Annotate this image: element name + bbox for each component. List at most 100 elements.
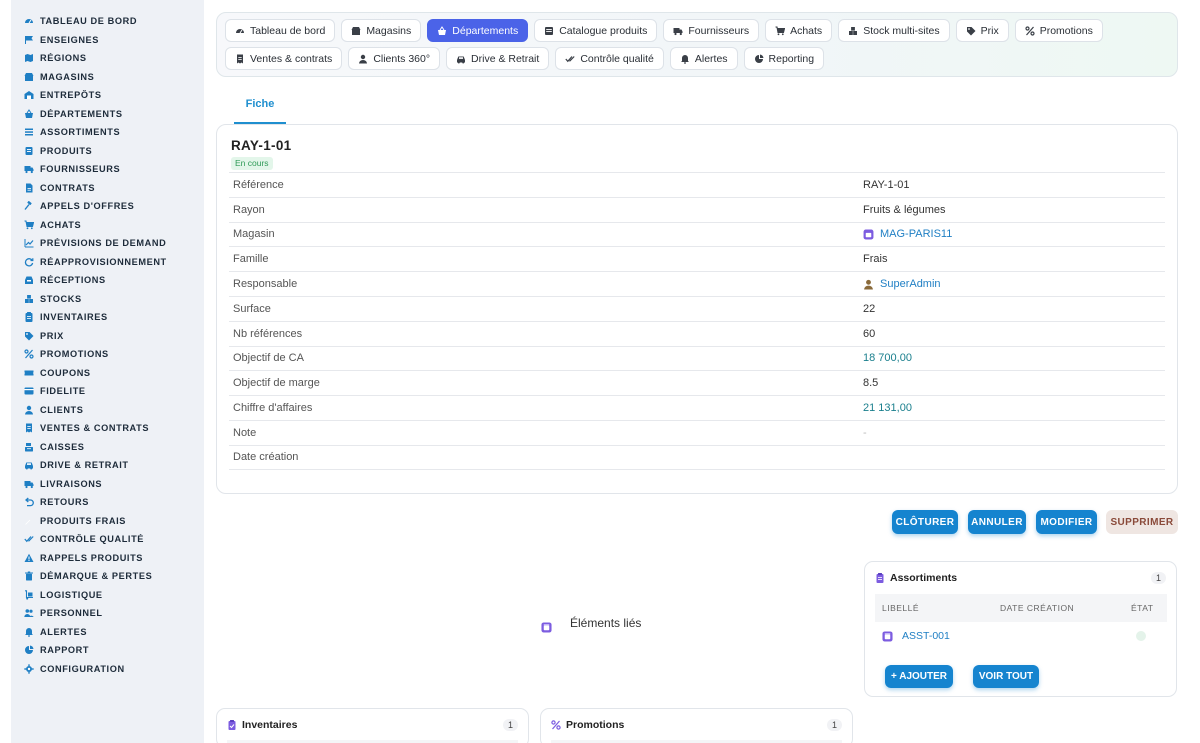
assortiment-link[interactable]: ASST-001 xyxy=(902,630,950,642)
sidebar-item-appels-d-offres[interactable]: APPELS D'OFFRES xyxy=(11,197,204,216)
tab-achats[interactable]: Achats xyxy=(765,19,833,42)
field-value: - xyxy=(863,427,1165,439)
field-value-text[interactable]: SuperAdmin xyxy=(880,278,941,290)
percent-icon xyxy=(551,720,561,730)
sidebar-item-livraisons[interactable]: LIVRAISONS xyxy=(11,475,204,494)
truck-icon xyxy=(673,26,683,36)
field-value: Frais xyxy=(863,253,1165,265)
tab-promotions[interactable]: Promotions xyxy=(1014,19,1103,42)
add-assortiment-button[interactable]: + AJOUTER xyxy=(885,665,953,688)
field-value-text: 18 700,00 xyxy=(863,352,912,365)
sidebar-item-entrep-ts[interactable]: ENTREPÔTS xyxy=(11,86,204,105)
field-row: Famille Frais xyxy=(229,246,1165,271)
tab-magasins[interactable]: Magasins xyxy=(341,19,422,42)
column-libelle[interactable]: LIBELLÉ xyxy=(882,603,919,613)
field-value: 21 131,00 xyxy=(863,402,1165,414)
basket-icon xyxy=(437,25,447,36)
sidebar-item-r-gions[interactable]: RÉGIONS xyxy=(11,49,204,68)
view-all-assortiments-button[interactable]: VOIR TOUT xyxy=(973,665,1039,688)
annuler-button[interactable]: ANNULER xyxy=(968,510,1026,534)
sidebar-item-produits-frais[interactable]: PRODUITS FRAIS xyxy=(11,512,204,531)
sidebar-item-ventes-contrats[interactable]: VENTES & CONTRATS xyxy=(11,419,204,438)
receipt-icon xyxy=(24,423,34,433)
sidebar-item-promotions[interactable]: PROMOTIONS xyxy=(11,345,204,364)
tab-catalogue-produits[interactable]: Catalogue produits xyxy=(534,19,658,42)
sidebar-item-inventaires[interactable]: INVENTAIRES xyxy=(11,308,204,327)
sidebar-item-clients[interactable]: CLIENTS xyxy=(11,401,204,420)
sidebar-item-label: FIDELITE xyxy=(40,386,86,397)
box-icon xyxy=(24,146,34,156)
percent-icon xyxy=(24,349,34,359)
inbox-icon xyxy=(24,275,34,285)
sidebar-item-rappels-produits[interactable]: RAPPELS PRODUITS xyxy=(11,549,204,568)
sidebar-item-d-partements[interactable]: DÉPARTEMENTS xyxy=(11,105,204,124)
table-row[interactable]: ASST-001 xyxy=(875,626,1167,646)
cloturer-button[interactable]: CLÔTURER xyxy=(892,510,958,534)
field-value[interactable]: SuperAdmin xyxy=(863,278,1165,290)
sidebar-item-produits[interactable]: PRODUITS xyxy=(11,142,204,161)
sidebar-item-stocks[interactable]: STOCKS xyxy=(11,290,204,309)
tab-prix[interactable]: Prix xyxy=(955,19,1009,42)
record-card: RAY-1-01 En cours Référence RAY-1-01 Rayon… xyxy=(216,124,1178,494)
sidebar-item-r-approvisionnement[interactable]: RÉAPPROVISIONNEMENT xyxy=(11,253,204,272)
column-date-creation[interactable]: DATE CRÉATION xyxy=(1000,603,1074,613)
sidebar-item-magasins[interactable]: MAGASINS xyxy=(11,68,204,87)
truck-icon xyxy=(24,164,34,174)
tab-reporting[interactable]: Reporting xyxy=(743,47,825,70)
sidebar-item-label: RÉGIONS xyxy=(40,53,87,64)
dashboard-icon xyxy=(24,16,34,26)
tab-label: Stock multi-sites xyxy=(863,24,940,37)
sidebar-item-label: ALERTES xyxy=(40,626,88,637)
sidebar-item-coupons[interactable]: COUPONS xyxy=(11,364,204,383)
sidebar-item-configuration[interactable]: CONFIGURATION xyxy=(11,660,204,679)
tab-clients-360[interactable]: Clients 360° xyxy=(348,47,441,70)
sidebar-item-drive-retrait[interactable]: DRIVE & RETRAIT xyxy=(11,456,204,475)
column-etat[interactable]: ÉTAT xyxy=(1131,603,1153,613)
field-value: 60 xyxy=(863,328,1165,340)
sidebar-item-tableau-de-bord[interactable]: TABLEAU DE BORD xyxy=(11,12,204,31)
tab-fournisseurs[interactable]: Fournisseurs xyxy=(663,19,760,42)
modifier-button[interactable]: MODIFIER xyxy=(1036,510,1097,534)
field-row: Rayon Fruits & légumes xyxy=(229,196,1165,222)
sidebar-item-r-ceptions[interactable]: RÉCEPTIONS xyxy=(11,271,204,290)
tab-tableau-de-bord[interactable]: Tableau de bord xyxy=(225,19,336,42)
sidebar-item-caisses[interactable]: CAISSES xyxy=(11,438,204,457)
dolly-icon xyxy=(24,590,34,600)
sidebar-item-contrats[interactable]: CONTRATS xyxy=(11,179,204,198)
check-double-icon xyxy=(565,54,575,64)
tab-drive-retrait[interactable]: Drive & Retrait xyxy=(446,47,550,70)
tab-stock-multi-sites[interactable]: Stock multi-sites xyxy=(838,19,950,42)
sidebar-item-contr-le-qualit[interactable]: CONTRÔLE QUALITÉ xyxy=(11,530,204,549)
sidebar-item-enseignes[interactable]: ENSEIGNES xyxy=(11,31,204,50)
supprimer-button[interactable]: SUPPRIMER xyxy=(1106,510,1178,534)
sidebar-item-assortiments[interactable]: ASSORTIMENTS xyxy=(11,123,204,142)
tab-fiche[interactable]: Fiche xyxy=(234,92,286,124)
tab-alertes[interactable]: Alertes xyxy=(669,47,738,70)
field-value-text[interactable]: MAG-PARIS11 xyxy=(880,228,952,240)
inventaires-panel: Inventaires 1 xyxy=(216,708,529,743)
field-value-text: 21 131,00 xyxy=(863,402,912,415)
ticket-icon xyxy=(24,368,34,378)
sidebar-item-personnel[interactable]: PERSONNEL xyxy=(11,604,204,623)
sidebar-item-pr-visions-de-demand[interactable]: PRÉVISIONS DE DEMAND xyxy=(11,234,204,253)
sidebar-item-rapport[interactable]: RAPPORT xyxy=(11,641,204,660)
flag-icon xyxy=(24,35,34,45)
sidebar-item-retours[interactable]: RETOURS xyxy=(11,493,204,512)
sidebar-item-d-marque-pertes[interactable]: DÉMARQUE & PERTES xyxy=(11,567,204,586)
store-badge-icon xyxy=(863,229,874,240)
tab-label: Catalogue produits xyxy=(559,24,648,37)
sidebar-item-fidelite[interactable]: FIDELITE xyxy=(11,382,204,401)
sidebar-item-fournisseurs[interactable]: FOURNISSEURS xyxy=(11,160,204,179)
tab-contr-le-qualit[interactable]: Contrôle qualité xyxy=(555,47,664,70)
inventaires-count: 1 xyxy=(502,719,518,731)
sidebar-item-prix[interactable]: PRIX xyxy=(11,327,204,346)
record-fields: Référence RAY-1-01 Rayon Fruits & légumes Ma… xyxy=(229,172,1165,470)
sidebar-item-logistique[interactable]: LOGISTIQUE xyxy=(11,586,204,605)
tab-d-partements[interactable]: Départements xyxy=(427,19,529,42)
sidebar-item-label: PRIX xyxy=(40,330,64,341)
tab-ventes-contrats[interactable]: Ventes & contrats xyxy=(225,47,343,70)
sidebar-item-alertes[interactable]: ALERTES xyxy=(11,623,204,642)
field-label: Note xyxy=(233,426,257,439)
field-value[interactable]: MAG-PARIS11 xyxy=(863,228,1165,240)
sidebar-item-achats[interactable]: ACHATS xyxy=(11,216,204,235)
